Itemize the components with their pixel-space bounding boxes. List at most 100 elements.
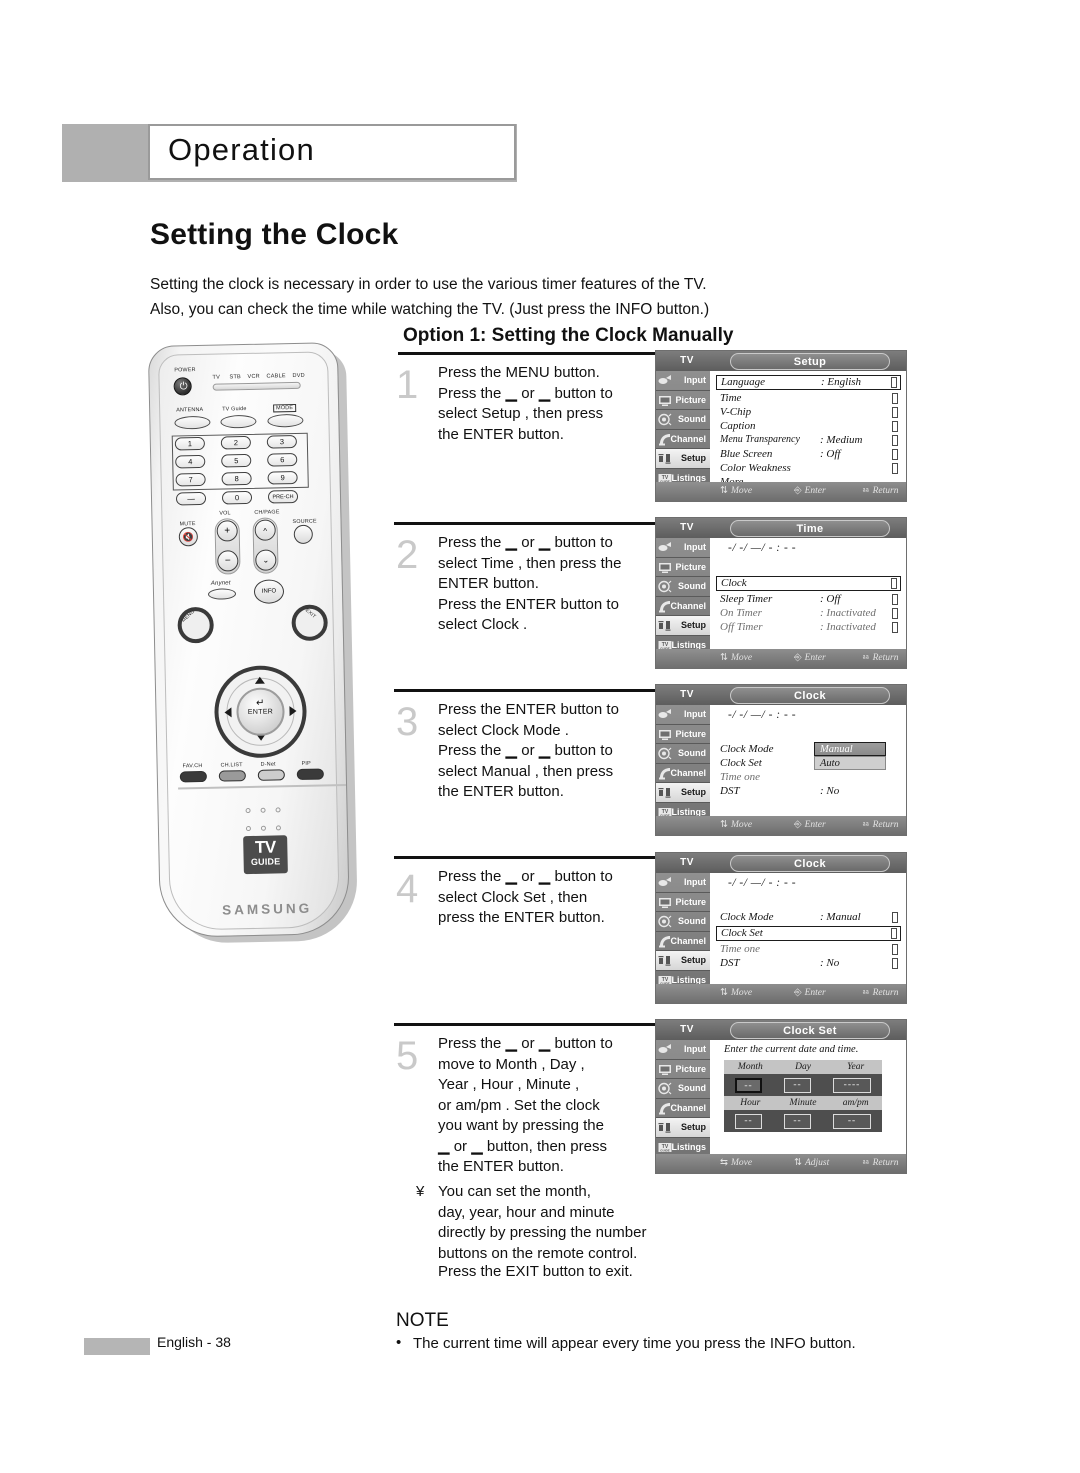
osd-row-caption[interactable]: Caption [716, 420, 901, 435]
osd-row-clock-set[interactable]: Clock Set [716, 926, 901, 941]
number-button-5[interactable]: 5 [221, 453, 252, 468]
osd-sidebar-item-picture[interactable]: Picture [656, 1060, 710, 1079]
nav-right-icon[interactable] [289, 706, 297, 717]
dnet-button[interactable] [257, 769, 285, 781]
osd-row-clock-mode[interactable]: Clock Mode: Manual [716, 911, 901, 926]
osd-sidebar-item-input[interactable]: Input [656, 538, 710, 558]
osd-sidebar-item-setup[interactable]: Setup [656, 1118, 710, 1138]
field-day[interactable]: -- [784, 1077, 811, 1093]
osd-sidebar-item-sound[interactable]: Sound [656, 912, 710, 932]
osd-sidebar-item-input[interactable]: Input [656, 1040, 710, 1060]
setup-icon [658, 786, 672, 799]
input-icon [658, 708, 672, 721]
osd-sidebar-item-channel[interactable]: Channel [656, 764, 710, 783]
osd-row-label: Time one [720, 771, 761, 783]
osd-row-value: : Off [820, 448, 841, 460]
osd-sidebar-item-channel[interactable]: Channel [656, 1099, 710, 1118]
osd-sidebar-item-sound[interactable]: Sound [656, 744, 710, 764]
mute-button[interactable]: 🔇 [178, 527, 199, 547]
osd-sidebar-item-channel[interactable]: Channel [656, 932, 710, 951]
enter-key-icon: ⎆ [794, 485, 802, 496]
field-year[interactable]: ---- [833, 1077, 871, 1093]
osd-row-off-timer[interactable]: Off Timer: Inactivated [716, 621, 901, 636]
number-button-2[interactable]: 2 [220, 435, 251, 450]
number-button-1[interactable]: 1 [174, 436, 206, 451]
osd-row-label: V-Chip [720, 406, 752, 418]
osd-sidebar-item-setup[interactable]: Setup [656, 616, 710, 636]
osd-row-sleep-timer[interactable]: Sleep Timer : Off [716, 593, 901, 608]
osd-row-clock[interactable]: Clock [716, 576, 901, 591]
osd-row-vchip[interactable]: V-Chip [716, 406, 901, 421]
osd-sidebar-label-input: Input [684, 542, 706, 552]
osd-row-label: Time one [720, 943, 761, 955]
source-button[interactable] [293, 524, 313, 545]
osd-sidebar-label-sound: Sound [678, 1083, 706, 1093]
chlist-button[interactable] [218, 770, 246, 782]
tvguide-logo-guide: GUIDE [250, 856, 281, 868]
osd-sidebar-item-setup[interactable]: Setup [656, 951, 710, 971]
number-button-3[interactable]: 3 [266, 434, 297, 449]
number-button-8[interactable]: 8 [221, 471, 252, 486]
osd-row-label: Sleep Timer [720, 593, 773, 605]
sound-icon [658, 1082, 672, 1095]
osd-row-value: : Off [820, 593, 841, 605]
osd-sidebar-item-input[interactable]: Input [656, 873, 710, 893]
osd-row-menu-transparency[interactable]: Menu Transparency: Medium [716, 434, 901, 449]
osd-sidebar-item-channel[interactable]: Channel [656, 430, 710, 449]
field-minute[interactable]: -- [784, 1113, 811, 1129]
osd-sidebar-item-picture[interactable]: Picture [656, 725, 710, 744]
antenna-button[interactable] [174, 415, 211, 430]
header-hour: Hour [740, 1098, 761, 1108]
field-month[interactable]: -- [735, 1077, 762, 1093]
number-button-0[interactable]: 0 [221, 490, 253, 505]
number-button-6[interactable]: 6 [267, 452, 298, 467]
osd-row-blue-screen[interactable]: Blue Screen: Off [716, 448, 901, 463]
anynet-button[interactable] [207, 588, 237, 600]
osd-row-language[interactable]: Language: English [716, 375, 901, 390]
osd-row-dst[interactable]: DST: No [716, 785, 901, 800]
pip-button[interactable] [296, 768, 324, 781]
osd-sidebar-item-sound[interactable]: Sound [656, 577, 710, 597]
step-4-text: Press the ▁ or ▁ button to select Clock … [438, 868, 613, 926]
dash-button[interactable]: — [175, 491, 207, 506]
field-ampm[interactable]: -- [833, 1113, 871, 1129]
favch-button[interactable] [179, 770, 207, 783]
osd-sidebar-item-picture[interactable]: Picture [656, 893, 710, 912]
prech-button[interactable]: PRE-CH [267, 489, 299, 504]
osd-sidebar-item-channel[interactable]: Channel [656, 597, 710, 616]
mode-button[interactable] [267, 413, 304, 428]
osd-sidebar-item-input[interactable]: Input [656, 371, 710, 391]
nav-up-icon[interactable] [254, 676, 265, 684]
osd-row-time[interactable]: Time [716, 392, 901, 407]
osd-row-label: Clock Mode [720, 911, 774, 923]
osd-row-time-zone[interactable]: Time one [716, 943, 901, 958]
osd-sidebar-item-input[interactable]: Input [656, 705, 710, 725]
field-hour[interactable]: -- [735, 1113, 762, 1129]
power-button[interactable]: ⏻ [173, 377, 192, 396]
info-button[interactable]: INFO [253, 579, 285, 604]
osd-sidebar-label-listings: Listings [671, 639, 706, 650]
clock-mode-dropdown[interactable]: Manual Auto [814, 742, 886, 770]
antenna-label: ANTENNA [176, 406, 204, 414]
page-title: Setting the Clock [150, 218, 399, 251]
clock-mode-option-manual[interactable]: Manual [814, 742, 886, 756]
osd-sidebar-item-picture[interactable]: Picture [656, 558, 710, 577]
return-key-icon: ⎂ [862, 1157, 870, 1168]
osd-sidebar-item-sound[interactable]: Sound [656, 410, 710, 430]
osd-sidebar-item-setup[interactable]: Setup [656, 783, 710, 803]
osd-footer-cap [656, 816, 710, 835]
osd-row-dst[interactable]: DST: No [716, 957, 901, 972]
nav-left-icon[interactable] [224, 707, 232, 718]
number-button-4[interactable]: 4 [175, 454, 206, 469]
clock-mode-option-auto[interactable]: Auto [814, 756, 886, 770]
osd-sidebar-item-sound[interactable]: Sound [656, 1079, 710, 1099]
osd-row-time-zone[interactable]: Time one [716, 771, 901, 786]
osd-sidebar-label-setup: Setup [680, 955, 706, 965]
osd-row-on-timer[interactable]: On Timer: Inactivated [716, 607, 901, 622]
number-button-7[interactable]: 7 [175, 472, 206, 487]
osd-row-color-weakness[interactable]: Color Weakness [716, 462, 901, 477]
osd-sidebar-item-setup[interactable]: Setup [656, 449, 710, 469]
number-button-9[interactable]: 9 [267, 470, 298, 485]
tvguide-button[interactable] [220, 414, 257, 429]
osd-sidebar-item-picture[interactable]: Picture [656, 391, 710, 410]
